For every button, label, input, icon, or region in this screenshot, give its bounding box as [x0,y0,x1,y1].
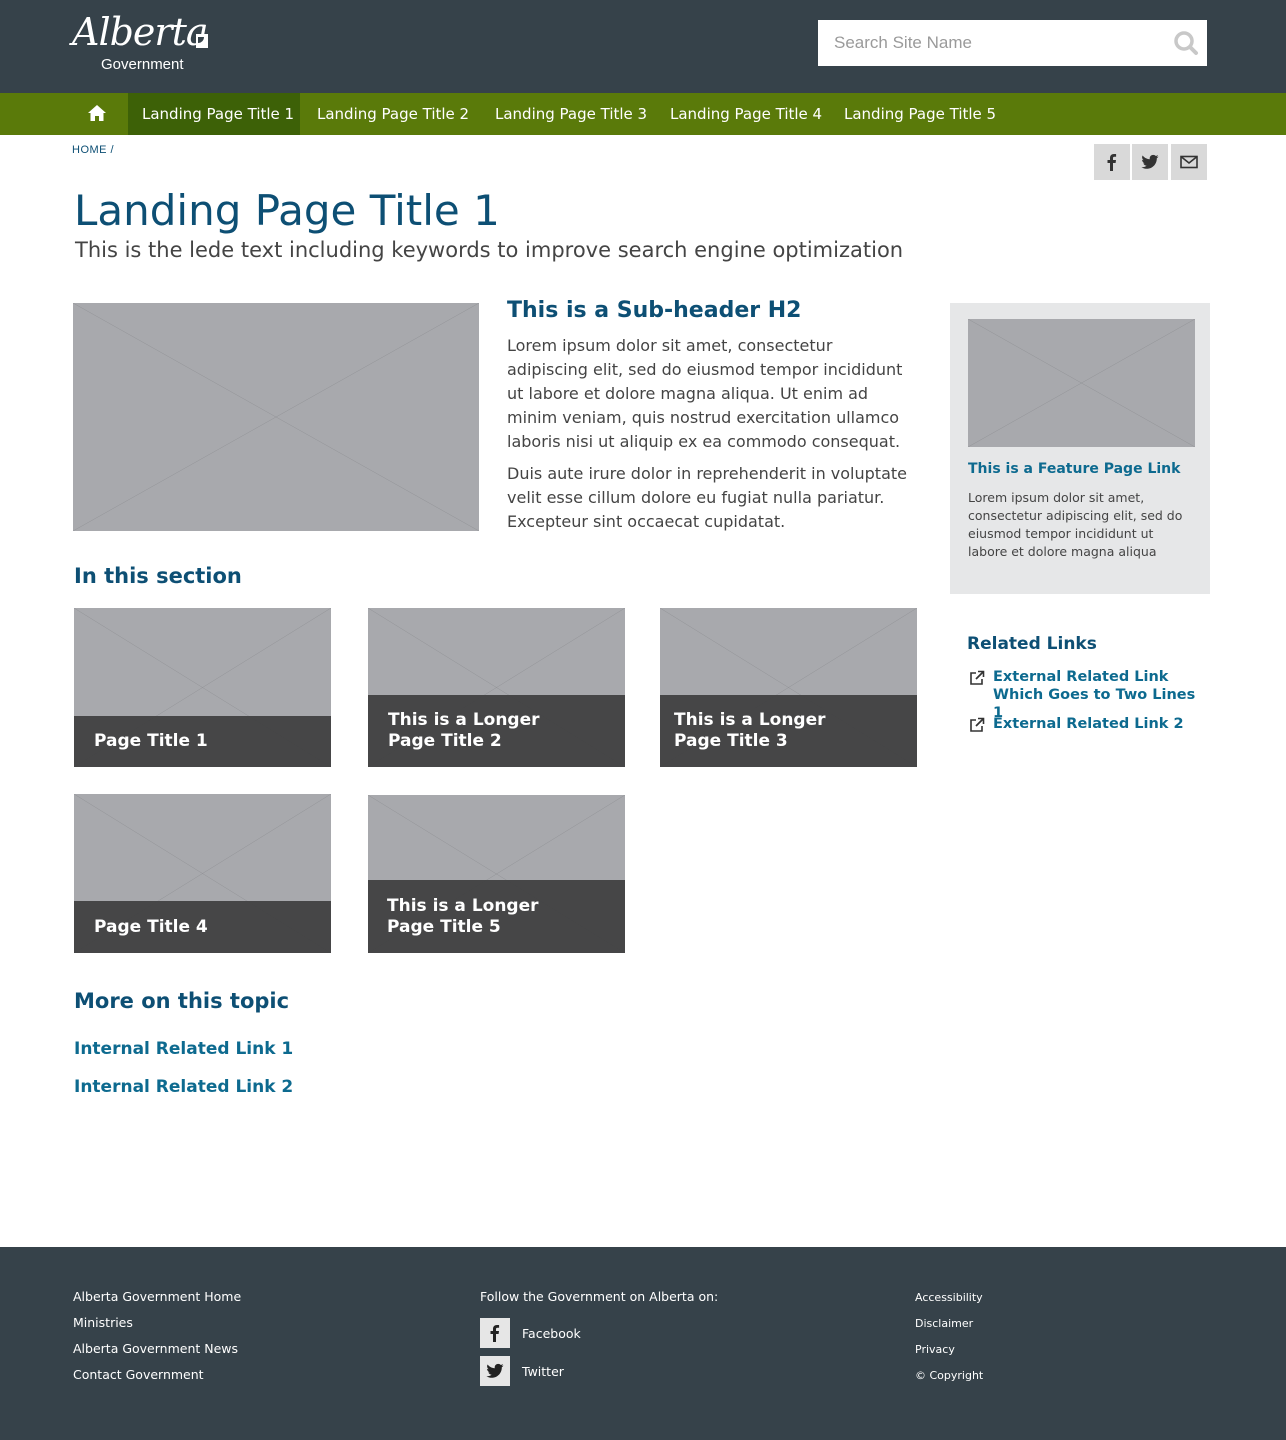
footer-link-ministries[interactable]: Ministries [73,1315,133,1330]
search-icon[interactable] [1173,30,1199,56]
site-footer: Alberta Government Home Ministries Alber… [0,1247,1286,1440]
main-nav: Landing Page Title 1 Landing Page Title … [0,93,1286,135]
related-links-heading: Related Links [967,634,1097,654]
footer-facebook-link[interactable]: Facebook [522,1326,581,1341]
nav-item-1[interactable]: Landing Page Title 1 [128,93,300,135]
card-title: This is a Longer Page Title 2 [368,695,625,767]
feature-box: This is a Feature Page Link Lorem ipsum … [950,303,1210,594]
logo-subtitle: Government [101,56,184,73]
nav-home[interactable] [74,93,120,135]
hero-image-placeholder [73,303,479,531]
more-on-topic-heading: More on this topic [74,989,290,1013]
feature-image-placeholder [968,319,1195,447]
nav-item-4[interactable]: Landing Page Title 4 [656,93,836,135]
external-link-icon [970,717,985,732]
intro-paragraph-2: Duis aute irure dolor in reprehenderit i… [507,464,907,531]
footer-link-copyright[interactable]: © Copyright [915,1369,983,1382]
section-card-4[interactable]: Page Title 4 [74,794,331,953]
facebook-icon [1107,154,1117,171]
search-box [818,20,1207,66]
footer-link-gov-home[interactable]: Alberta Government Home [73,1289,241,1304]
nav-item-5[interactable]: Landing Page Title 5 [830,93,1010,135]
twitter-icon [1141,154,1159,169]
internal-link-2[interactable]: Internal Related Link 2 [74,1077,293,1097]
feature-text: Lorem ipsum dolor sit amet, consectetur … [968,490,1183,559]
in-this-section-heading: In this section [74,564,242,588]
related-link-1[interactable]: External Related Link Which Goes to Two … [967,668,1207,721]
footer-link-contact[interactable]: Contact Government [73,1367,204,1382]
footer-twitter-link[interactable]: Twitter [522,1364,564,1379]
logo-flag-icon [196,34,208,48]
footer-facebook-icon-button[interactable] [480,1318,510,1348]
site-header: Alberta Government [0,0,1286,93]
nav-item-2[interactable]: Landing Page Title 2 [303,93,483,135]
intro-paragraph-1: Lorem ipsum dolor sit amet, consectetur … [507,336,903,451]
share-facebook-button[interactable] [1094,144,1130,180]
share-email-button[interactable] [1171,144,1207,180]
related-link-label: External Related Link 2 [993,716,1184,732]
alberta-logo[interactable]: Alberta Government [72,10,212,74]
related-link-label: External Related Link Which Goes to Two … [993,669,1196,721]
logo-wordmark: Alberta [72,10,208,54]
intro-subheader: This is a Sub-header H2 [507,298,802,323]
twitter-icon [486,1363,504,1378]
home-icon [88,105,106,121]
footer-link-disclaimer[interactable]: Disclaimer [915,1317,973,1330]
card-title: This is a Longer Page Title 3 [660,695,917,767]
internal-link-1[interactable]: Internal Related Link 1 [74,1039,293,1059]
section-card-3[interactable]: This is a Longer Page Title 3 [660,608,917,767]
feature-page-link[interactable]: This is a Feature Page Link [968,461,1180,477]
footer-link-privacy[interactable]: Privacy [915,1343,955,1356]
breadcrumb[interactable]: HOME / [72,144,114,156]
nav-item-3[interactable]: Landing Page Title 3 [481,93,661,135]
lede-text: This is the lede text including keywords… [75,238,904,262]
search-input[interactable] [818,20,1158,66]
footer-link-accessibility[interactable]: Accessibility [915,1291,983,1304]
page-title: Landing Page Title 1 [74,186,500,235]
footer-link-news[interactable]: Alberta Government News [73,1341,238,1356]
email-icon [1180,155,1198,169]
section-card-5[interactable]: This is a Longer Page Title 5 [368,795,625,953]
facebook-icon [490,1325,500,1342]
card-title: This is a Longer Page Title 5 [368,880,625,953]
footer-follow-heading: Follow the Government on Alberta on: [480,1289,719,1304]
section-card-2[interactable]: This is a Longer Page Title 2 [368,608,625,767]
card-title: Page Title 4 [74,901,331,953]
share-twitter-button[interactable] [1132,144,1168,180]
card-title: Page Title 1 [74,716,331,767]
section-card-1[interactable]: Page Title 1 [74,608,331,767]
related-link-2[interactable]: External Related Link 2 [967,715,1207,735]
footer-twitter-icon-button[interactable] [480,1356,510,1386]
external-link-icon [970,670,985,685]
